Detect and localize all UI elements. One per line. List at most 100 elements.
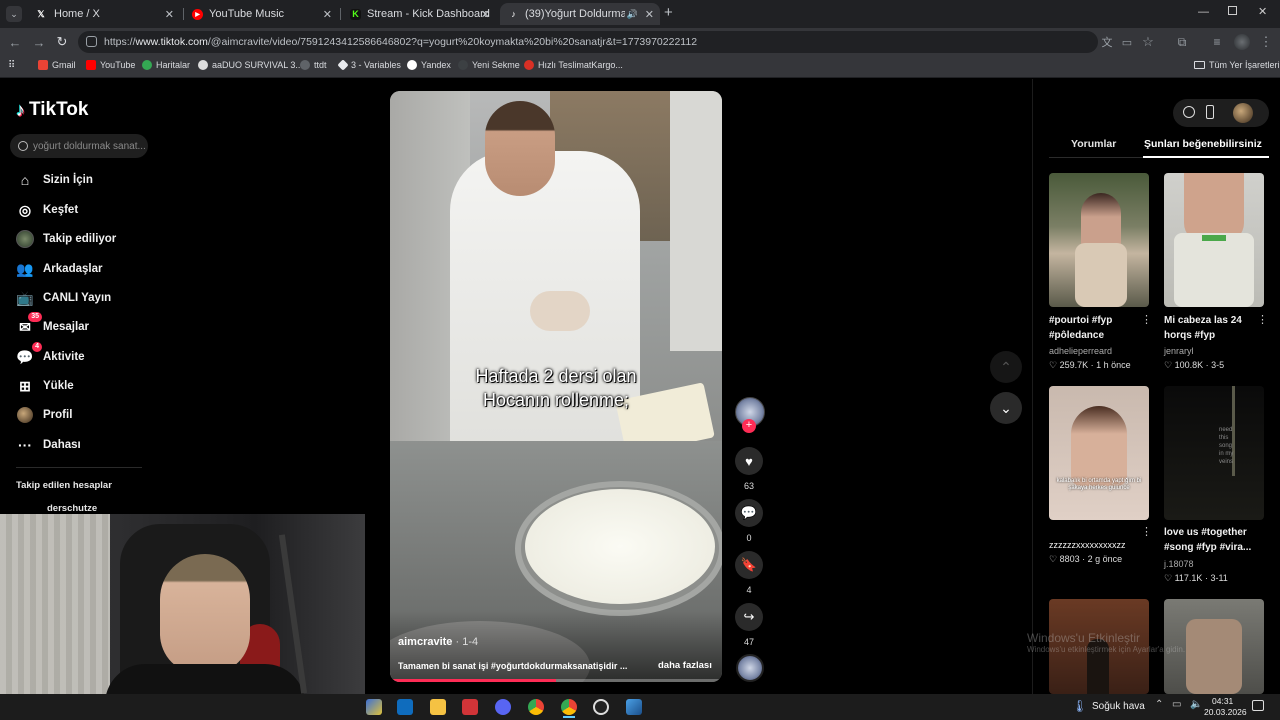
- media-app-icon[interactable]: [366, 699, 382, 715]
- bookmark-new-tab[interactable]: Yeni Sekme: [458, 60, 520, 70]
- video-player[interactable]: Haftada 2 dersi olan Hocanın rollenme; a…: [390, 91, 722, 682]
- nav-friends[interactable]: 👥 Arkadaşlar: [16, 260, 102, 278]
- all-bookmarks[interactable]: Tüm Yer İşaretleri: [1194, 60, 1280, 70]
- speaker-icon[interactable]: 🔈: [1190, 699, 1202, 710]
- bookmark-youtube[interactable]: YouTube: [86, 60, 135, 70]
- tab-comments[interactable]: Yorumlar: [1071, 138, 1116, 150]
- office-icon[interactable]: [462, 699, 478, 715]
- network-icon[interactable]: ▭: [1172, 699, 1181, 710]
- site-info-icon[interactable]: [86, 36, 97, 47]
- bookmark-icon[interactable]: 🔖: [735, 551, 763, 579]
- like-action[interactable]: ♥ 63: [735, 447, 763, 491]
- file-explorer-icon[interactable]: [430, 699, 446, 715]
- bookmark-star-icon[interactable]: ☆: [1139, 33, 1157, 51]
- tab-kick-dashboard[interactable]: K Stream - Kick Dashboard ✕: [342, 3, 496, 25]
- comment-action[interactable]: 💬 0: [735, 499, 763, 543]
- recommended-thumb[interactable]: kalabalık bi ortamda yaptığım bi şakaya …: [1049, 386, 1149, 520]
- share-action[interactable]: ↪ 47: [735, 603, 763, 647]
- share-icon[interactable]: ↪: [735, 603, 763, 631]
- kebab-icon[interactable]: ⋮: [1141, 525, 1152, 538]
- recommended-title[interactable]: zzzzzzxxxxxxxxxzz: [1049, 538, 1137, 553]
- kebab-icon[interactable]: ⋮: [1141, 313, 1152, 326]
- url-field[interactable]: https://www.tiktok.com/@aimcravite/video…: [78, 31, 1098, 53]
- video-progress-bar[interactable]: [390, 679, 722, 682]
- discord-icon[interactable]: [495, 699, 511, 715]
- media-control-icon[interactable]: ≡: [1208, 33, 1226, 51]
- cast-icon[interactable]: ▭: [1118, 33, 1136, 51]
- chrome-active-icon[interactable]: [561, 699, 577, 715]
- nav-for-you[interactable]: ⌂ Sizin İçin: [16, 171, 93, 189]
- nav-upload[interactable]: ⊞ Yükle: [16, 377, 74, 395]
- recommended-title[interactable]: Mi cabeza las 24 horqs #fyp: [1164, 313, 1256, 343]
- video-author[interactable]: aimcravite: [398, 636, 452, 648]
- bookmark-maps[interactable]: Haritalar: [142, 60, 190, 70]
- follow-plus-icon[interactable]: +: [742, 419, 756, 433]
- nav-live[interactable]: 📺 CANLI Yayın: [16, 289, 111, 307]
- bookmark-ttdt[interactable]: ttdt: [300, 60, 327, 70]
- reload-icon[interactable]: ↻: [53, 33, 71, 51]
- recommended-title[interactable]: #pourtoi #fyp #pôledance: [1049, 313, 1137, 343]
- recommended-thumb[interactable]: [1164, 173, 1264, 307]
- nav-explore[interactable]: ◎ Keşfet: [16, 201, 78, 219]
- recommended-author[interactable]: j.18078: [1164, 559, 1194, 569]
- audio-playing-icon[interactable]: 🔊: [627, 9, 638, 20]
- nav-profile[interactable]: Profil: [16, 406, 72, 424]
- menu-kebab-icon[interactable]: ⋮: [1257, 33, 1275, 51]
- bookmark-hizli-teslimat[interactable]: Hızlı TeslimatKargo...: [524, 60, 623, 70]
- see-more-link[interactable]: daha fazlası: [658, 660, 712, 671]
- save-action[interactable]: 🔖 4: [735, 551, 763, 595]
- close-tab-icon[interactable]: ✕: [481, 8, 490, 21]
- translate-icon[interactable]: 文: [1098, 33, 1116, 51]
- tab-x[interactable]: 𝕏 Home / X ✕: [26, 3, 180, 25]
- tab-youtube-music[interactable]: ▶ YouTube Music ✕: [184, 3, 338, 25]
- next-video-button[interactable]: ⌄: [990, 392, 1022, 424]
- previous-video-button[interactable]: ⌃: [990, 351, 1022, 383]
- chrome-icon[interactable]: [528, 699, 544, 715]
- tray-chevron-icon[interactable]: ⌃: [1155, 699, 1163, 710]
- restore-button[interactable]: [1228, 6, 1237, 15]
- device-icon[interactable]: [1206, 105, 1214, 119]
- new-tab-button[interactable]: +: [664, 5, 673, 20]
- tab-search-button[interactable]: ⌄: [6, 6, 22, 22]
- nav-following[interactable]: Takip ediliyor: [16, 230, 116, 248]
- following-account[interactable]: derschutze: [47, 503, 97, 514]
- minimize-button[interactable]: —: [1198, 6, 1209, 18]
- nav-more[interactable]: ··· Dahası: [16, 436, 81, 454]
- tiktok-logo[interactable]: ♪ TikTok: [16, 99, 88, 121]
- clock-date[interactable]: 20.03.2026: [1204, 707, 1247, 717]
- apps-grid-icon[interactable]: ⠿: [8, 60, 15, 71]
- tab-tiktok-active[interactable]: ♪ (39)Yoğurt Doldurma Sanat 🔊 ✕: [500, 3, 660, 25]
- bookmark-variables[interactable]: 3 - Variables: [337, 59, 401, 71]
- close-window-button[interactable]: ✕: [1258, 5, 1267, 18]
- close-tab-icon[interactable]: ✕: [645, 8, 654, 21]
- weather-text[interactable]: Soğuk hava: [1092, 701, 1145, 712]
- comment-icon[interactable]: 💬: [735, 499, 763, 527]
- nav-activity[interactable]: 💬 4 Aktivite: [16, 342, 85, 366]
- heart-icon[interactable]: ♥: [735, 447, 763, 475]
- bookmark-yandex[interactable]: Yandex: [407, 60, 451, 70]
- explore-icon[interactable]: [1183, 106, 1195, 118]
- forward-arrow-icon[interactable]: →: [30, 33, 48, 51]
- obs-icon[interactable]: [593, 699, 609, 715]
- outlook-icon[interactable]: [397, 699, 413, 715]
- recommended-author[interactable]: adhelieperreard: [1049, 346, 1112, 356]
- close-tab-icon[interactable]: ✕: [323, 8, 332, 21]
- bookmark-gmail[interactable]: Gmail: [38, 60, 76, 70]
- back-arrow-icon[interactable]: ←: [6, 33, 24, 51]
- tab-recommended[interactable]: Şunları beğenebilirsiniz: [1144, 138, 1262, 150]
- kebab-icon[interactable]: ⋮: [1257, 313, 1268, 326]
- music-disc-icon[interactable]: [736, 654, 764, 682]
- close-tab-icon[interactable]: ✕: [165, 8, 174, 21]
- nav-messages[interactable]: ✉ 35 Mesajlar: [16, 312, 89, 336]
- clock-time[interactable]: 04:31: [1212, 696, 1233, 706]
- recommended-thumb[interactable]: need this song in my veins: [1164, 386, 1264, 520]
- user-avatar-icon[interactable]: [1233, 103, 1253, 123]
- bookmark-aaduo[interactable]: aaDUO SURVIVAL 3...: [198, 60, 303, 70]
- app-icon[interactable]: [626, 699, 642, 715]
- recommended-title[interactable]: love us #together #song #fyp #vira...: [1164, 525, 1264, 555]
- recommended-thumb[interactable]: [1049, 173, 1149, 307]
- notification-icon[interactable]: [1252, 700, 1264, 711]
- profile-avatar-icon[interactable]: [1234, 34, 1250, 50]
- extensions-icon[interactable]: ⧉: [1173, 33, 1191, 51]
- search-input[interactable]: yoğurt doldurmak sanat...: [10, 134, 148, 158]
